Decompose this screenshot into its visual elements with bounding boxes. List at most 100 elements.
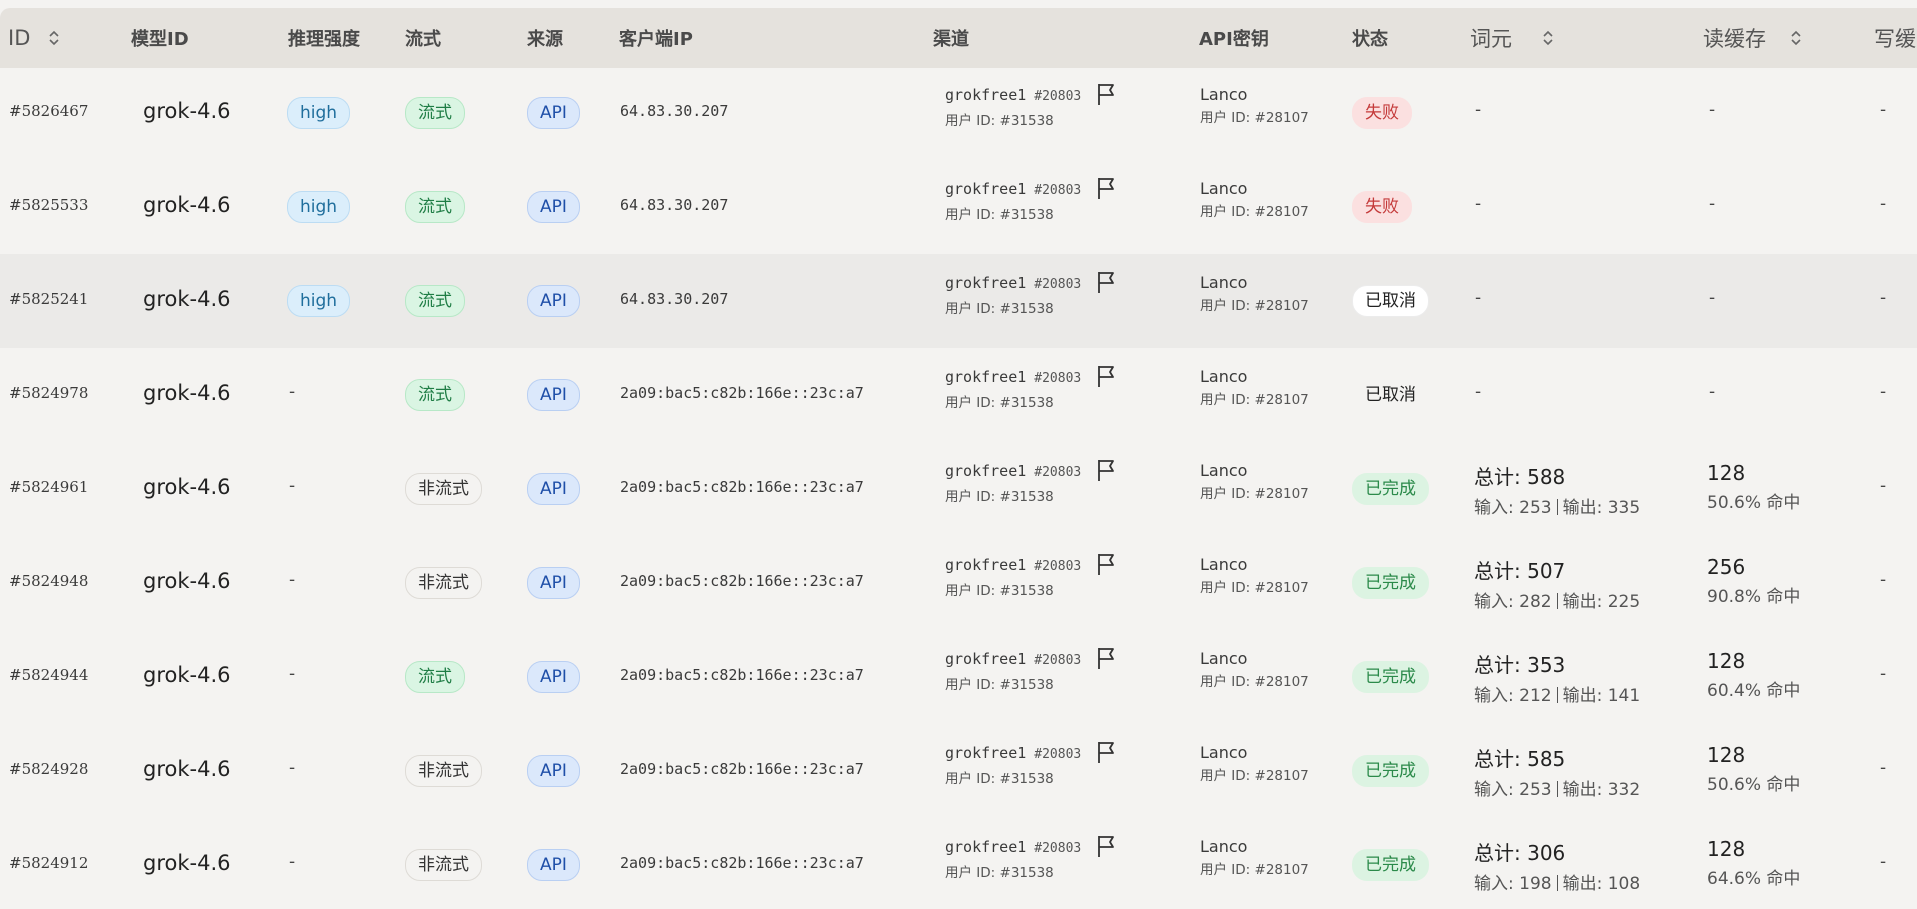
logs-table: ID 模型ID 推理强度 流式 来源 客户端IP 渠道 API密钥 状态 词元 … — [0, 0, 1917, 909]
status-badge: 失败 — [1352, 97, 1412, 129]
cache-read-empty: - — [1709, 194, 1716, 214]
hit-label: 命中 — [1766, 587, 1801, 607]
api-key-info: Lanco 用户 ID: #28107 — [1200, 743, 1309, 784]
header-tokens[interactable]: 词元 — [1470, 8, 1554, 68]
channel-user-id: 用户 ID: #31538 — [945, 489, 1054, 505]
channel-info: grokfree1 #20803 用户 ID: #31538 — [945, 837, 1081, 881]
stream-badge: 流式 — [405, 97, 465, 129]
header-cache-read[interactable]: 读缓存 — [1703, 8, 1802, 68]
api-key-user-id: 用户 ID: #28107 — [1200, 204, 1309, 220]
api-key-name: Lanco — [1200, 837, 1248, 856]
table-row[interactable]: #5824912 grok-4.6 - 非流式 API 2a09:bac5:c82b:16… — [0, 818, 1917, 909]
cache-write-value: - — [1880, 476, 1887, 496]
hit-label: 命中 — [1766, 869, 1801, 889]
token-usage: 总计: 507 输入: 282 输出: 225 — [1474, 555, 1640, 612]
request-id: #5824978 — [9, 384, 89, 402]
header-id[interactable]: ID — [8, 8, 60, 68]
total-value: 585 — [1527, 747, 1566, 771]
model-id: grok-4.6 — [143, 193, 231, 217]
stream-badge: 非流式 — [405, 567, 482, 599]
flag-icon[interactable] — [1096, 458, 1118, 482]
flag-icon[interactable] — [1096, 82, 1118, 106]
flag-icon[interactable] — [1096, 646, 1118, 670]
api-key-info: Lanco 用户 ID: #28107 — [1200, 179, 1309, 220]
hit-rate: 50.6% — [1707, 493, 1762, 513]
api-key-name: Lanco — [1200, 555, 1248, 574]
stream-badge: 流式 — [405, 661, 465, 693]
table-row[interactable]: #5824978 grok-4.6 - 流式 API 2a09:bac5:c82b:166… — [0, 348, 1917, 442]
token-usage: 总计: 588 输入: 253 输出: 335 — [1474, 461, 1640, 518]
api-key-name: Lanco — [1200, 461, 1248, 480]
channel-info: grokfree1 #20803 用户 ID: #31538 — [945, 85, 1081, 129]
request-id: #5825241 — [9, 290, 89, 308]
flag-icon[interactable] — [1096, 740, 1118, 764]
flag-icon[interactable] — [1096, 270, 1118, 294]
effort-badge: high — [287, 97, 351, 129]
header-ip: 客户端IP — [619, 29, 693, 50]
stream-badge: 非流式 — [405, 849, 482, 881]
input-label: 输入: — [1474, 592, 1514, 612]
effort-empty: - — [289, 476, 296, 496]
sort-updown-icon[interactable] — [48, 29, 60, 47]
channel-number: #20803 — [1034, 465, 1082, 480]
source-badge: API — [527, 567, 580, 599]
input-value: 253 — [1519, 780, 1552, 800]
cache-read-value: 128 — [1707, 837, 1746, 861]
client-ip: 2a09:bac5:c82b:166e::23c:a7 — [620, 854, 864, 872]
source-badge: API — [527, 755, 580, 787]
api-key-info: Lanco 用户 ID: #28107 — [1200, 837, 1309, 878]
client-ip: 2a09:bac5:c82b:166e::23c:a7 — [620, 666, 864, 684]
cache-read-value: 256 — [1707, 555, 1746, 579]
api-key-name: Lanco — [1200, 367, 1248, 386]
request-id: #5825533 — [9, 196, 89, 214]
sort-updown-icon[interactable] — [1542, 29, 1554, 47]
channel-name: grokfree1 — [945, 462, 1027, 480]
table-row[interactable]: #5824944 grok-4.6 - 流式 API 2a09:bac5:c82b:166… — [0, 630, 1917, 724]
flag-icon[interactable] — [1096, 552, 1118, 576]
cache-write-value: - — [1880, 100, 1887, 120]
client-ip: 2a09:bac5:c82b:166e::23c:a7 — [620, 384, 864, 402]
channel-name: grokfree1 — [945, 556, 1027, 574]
table-row[interactable]: #5826467 grok-4.6 high 流式 API 64.83.30.207 gro… — [0, 66, 1917, 160]
sort-updown-icon[interactable] — [1790, 29, 1802, 47]
divider — [1556, 687, 1558, 703]
flag-icon[interactable] — [1096, 176, 1118, 200]
table-row[interactable]: #5824961 grok-4.6 - 非流式 API 2a09:bac5:c82b:16… — [0, 442, 1917, 536]
request-id: #5824944 — [9, 666, 89, 684]
table-row[interactable]: #5824948 grok-4.6 - 非流式 API 2a09:bac5:c82b:16… — [0, 536, 1917, 630]
effort-empty: - — [289, 570, 296, 590]
channel-info: grokfree1 #20803 用户 ID: #31538 — [945, 367, 1081, 411]
channel-info: grokfree1 #20803 用户 ID: #31538 — [945, 555, 1081, 599]
cache-write-value: - — [1880, 570, 1887, 590]
effort-empty: - — [289, 852, 296, 872]
channel-number: #20803 — [1034, 747, 1082, 762]
flag-icon[interactable] — [1096, 834, 1118, 858]
status-badge: 已完成 — [1352, 473, 1429, 505]
effort-empty: - — [289, 664, 296, 684]
status-badge: 已取消 — [1365, 385, 1416, 405]
table-row[interactable]: #5825533 grok-4.6 high 流式 API 64.83.30.207 gro… — [0, 160, 1917, 254]
api-key-info: Lanco 用户 ID: #28107 — [1200, 367, 1309, 408]
flag-icon[interactable] — [1096, 364, 1118, 388]
header-apikey: API密钥 — [1199, 29, 1269, 50]
header-channel: 渠道 — [933, 29, 969, 50]
total-value: 588 — [1527, 465, 1566, 489]
input-value: 198 — [1519, 874, 1552, 894]
table-row[interactable]: #5825241 grok-4.6 high 流式 API 64.83.30.207 gro… — [0, 254, 1917, 348]
cache-read-usage: 256 90.8% 命中 — [1707, 555, 1800, 607]
effort-empty: - — [289, 382, 296, 402]
hit-label: 命中 — [1766, 775, 1801, 795]
channel-user-id: 用户 ID: #31538 — [945, 677, 1054, 693]
stream-badge: 非流式 — [405, 755, 482, 787]
cache-read-usage: 128 64.6% 命中 — [1707, 837, 1800, 889]
table-row[interactable]: #5824928 grok-4.6 - 非流式 API 2a09:bac5:c82b:16… — [0, 724, 1917, 818]
channel-user-id: 用户 ID: #31538 — [945, 865, 1054, 881]
input-value: 253 — [1519, 498, 1552, 518]
effort-badge: high — [287, 285, 351, 317]
effort-badge: high — [287, 191, 351, 223]
total-value: 353 — [1527, 653, 1566, 677]
source-badge: API — [527, 191, 580, 223]
status-badge: 已取消 — [1352, 285, 1429, 317]
model-id: grok-4.6 — [143, 287, 231, 311]
api-key-name: Lanco — [1200, 649, 1248, 668]
